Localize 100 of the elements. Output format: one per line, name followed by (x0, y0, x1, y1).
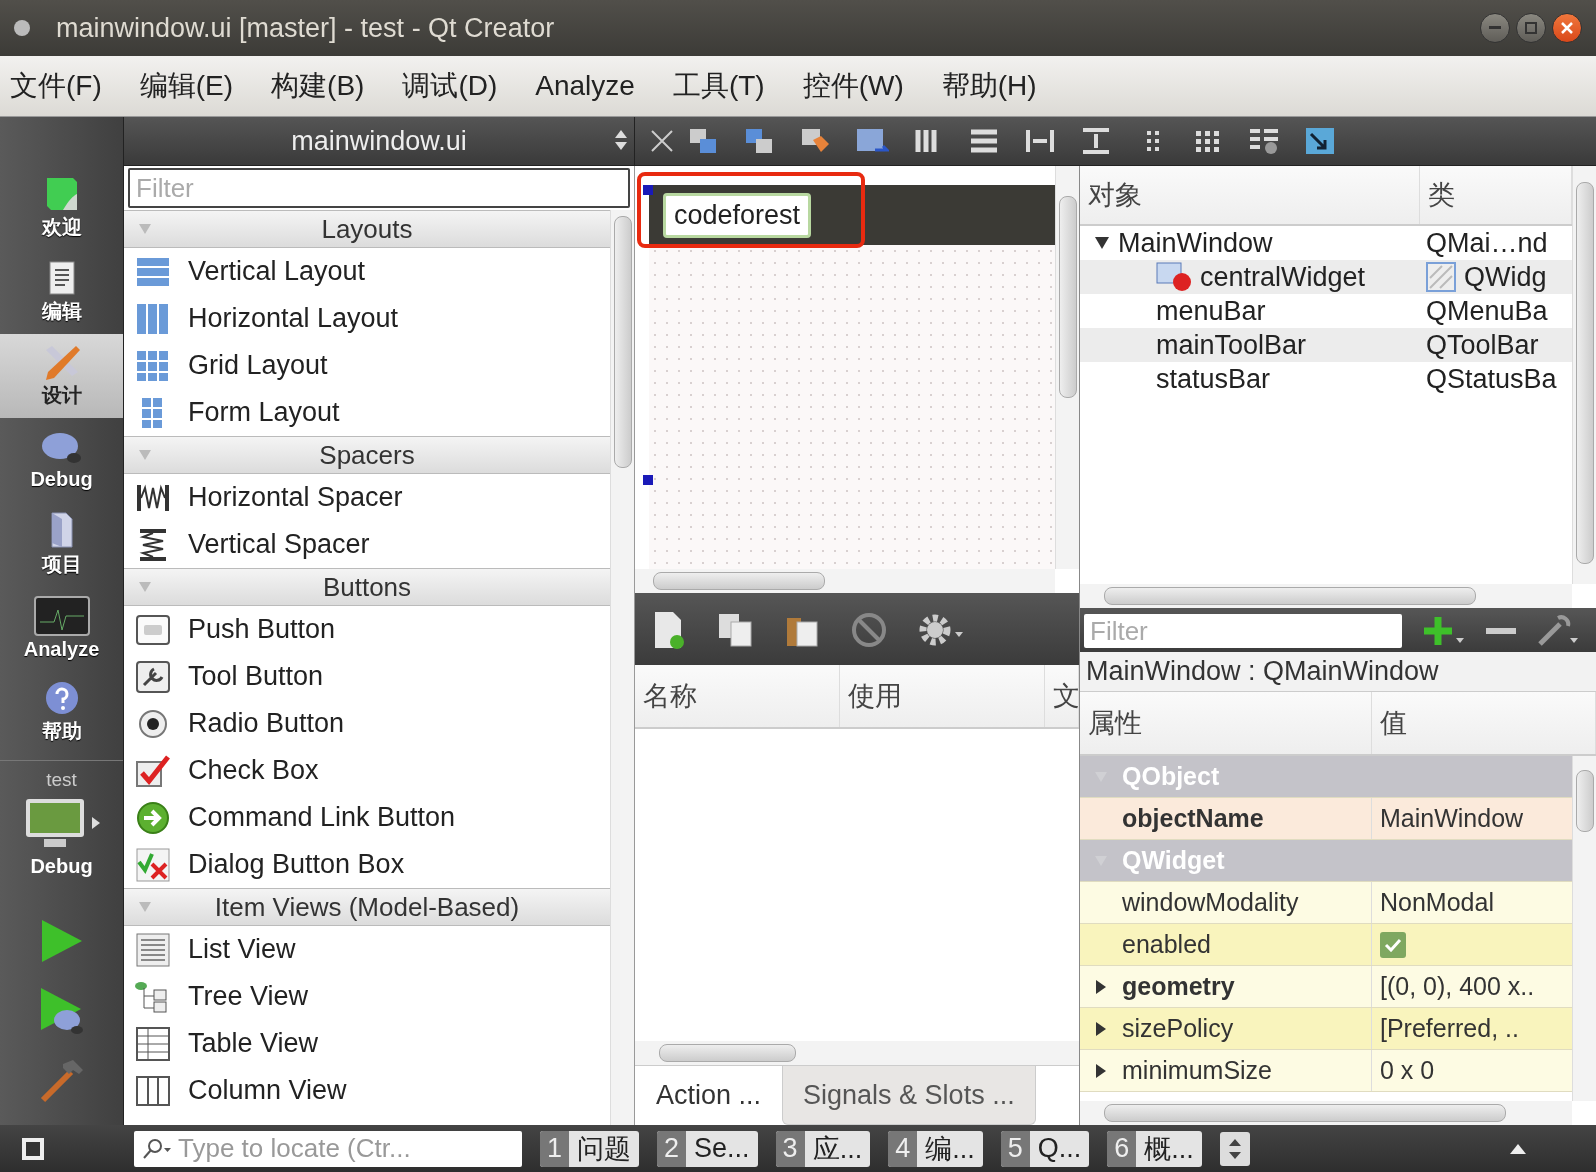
monitor-icon[interactable] (23, 797, 86, 849)
wrench-icon[interactable] (1536, 614, 1580, 648)
scrollbar-thumb[interactable] (1104, 1104, 1506, 1122)
output-pane-button[interactable]: 4 编... (888, 1130, 983, 1167)
up-down-arrows-icon[interactable] (1219, 1131, 1250, 1166)
tree-row[interactable]: menuBar QMenuBa (1080, 294, 1572, 328)
scrollbar-thumb[interactable] (1058, 196, 1077, 398)
category-header[interactable]: Buttons (124, 568, 610, 606)
adjust-size-icon[interactable] (1303, 126, 1337, 156)
menu-item[interactable]: 工具(T) (672, 67, 765, 105)
editor-tab[interactable]: Signals & Slots ... (782, 1066, 1036, 1125)
output-pane-button[interactable]: 5 Q... (1000, 1130, 1090, 1167)
menu-item[interactable]: 构建(B) (271, 67, 365, 105)
scrollbar-thumb[interactable] (1104, 587, 1476, 605)
property-row[interactable]: enabled (1080, 924, 1572, 966)
sidebar-toggle-icon[interactable] (20, 1135, 46, 1162)
output-pane-button[interactable]: 2 Se... (657, 1130, 758, 1167)
selection-handle[interactable] (643, 475, 653, 485)
selection-handle[interactable] (643, 185, 653, 195)
filter-field[interactable]: Filter (128, 168, 630, 208)
mode-button[interactable]: 欢迎 (0, 166, 123, 250)
tree-row[interactable]: statusBar QStatusBa (1080, 362, 1572, 396)
up-arrow-icon[interactable] (1510, 1143, 1526, 1154)
category-header[interactable]: Layouts (124, 210, 610, 248)
property-row[interactable]: sizePolicy [Preferred, .. (1080, 1008, 1572, 1050)
column-header[interactable]: 名称 (635, 665, 840, 727)
scrollbar-thumb[interactable] (613, 216, 632, 468)
widget-item[interactable]: Check Box (124, 747, 610, 794)
scrollbar-thumb[interactable] (1575, 182, 1594, 564)
menu-item[interactable]: 控件(W) (802, 67, 904, 105)
expand-arrow-icon[interactable] (1094, 1062, 1108, 1079)
add-icon[interactable] (1422, 614, 1466, 648)
mode-button[interactable]: 编辑 (0, 250, 123, 334)
widget-item[interactable]: Push Button (124, 606, 610, 653)
widget-item[interactable]: Radio Button (124, 700, 610, 747)
widget-item[interactable]: Tree View (124, 973, 610, 1020)
debug-run-icon[interactable] (38, 986, 85, 1036)
widget-item[interactable]: Horizontal Layout (124, 295, 610, 342)
copy-icon[interactable] (717, 612, 755, 648)
mode-button[interactable]: Analyze (0, 586, 123, 670)
property-row[interactable]: objectName MainWindow (1080, 798, 1572, 840)
property-row[interactable]: geometry [(0, 0), 400 x.. (1080, 966, 1572, 1008)
widget-item[interactable]: Grid Layout (124, 342, 610, 389)
menu-item[interactable]: Analyze (535, 70, 635, 102)
widget-item[interactable]: Vertical Spacer (124, 521, 610, 568)
maximize-button[interactable] (1516, 13, 1546, 43)
minimize-button[interactable] (1480, 13, 1510, 43)
checkbox[interactable] (1380, 931, 1406, 958)
expand-arrow-icon[interactable] (1094, 1020, 1108, 1037)
widget-item[interactable]: Tool Button (124, 653, 610, 700)
form-layout-icon[interactable] (1247, 126, 1281, 156)
run-icon[interactable] (39, 918, 84, 964)
locator-field[interactable]: Type to locate (Ctr... (134, 1130, 522, 1167)
close-icon[interactable] (649, 128, 675, 154)
mode-button[interactable]: 项目 (0, 502, 123, 586)
column-header[interactable]: 值 (1372, 692, 1596, 754)
remove-icon[interactable] (1486, 626, 1516, 636)
scrollbar-thumb[interactable] (1575, 770, 1594, 832)
category-header[interactable]: Item Views (Model-Based) (124, 888, 610, 926)
output-pane-button[interactable]: 6 概... (1107, 1130, 1202, 1167)
widget-item[interactable]: Column View (124, 1067, 610, 1114)
column-header[interactable]: 文 (1045, 665, 1079, 727)
widget-item[interactable]: Command Link Button (124, 794, 610, 841)
widget-item[interactable]: Form Layout (124, 389, 610, 436)
category-header[interactable]: Spacers (124, 436, 610, 474)
column-header[interactable]: 使用 (840, 665, 1045, 727)
output-pane-button[interactable]: 3 应... (775, 1130, 871, 1167)
output-pane-button[interactable]: 1 问题 (540, 1130, 640, 1167)
mode-button[interactable]: Debug (0, 418, 123, 502)
expand-arrow-icon[interactable] (1094, 236, 1110, 250)
tree-row[interactable]: MainWindow QMai…nd (1080, 226, 1572, 260)
widget-item[interactable]: Vertical Layout (124, 248, 610, 295)
widget-item[interactable]: Table View (124, 1020, 610, 1067)
widget-item[interactable]: Dialog Button Box (124, 841, 610, 888)
menu-item[interactable]: 编辑(E) (139, 67, 234, 105)
tree-row[interactable]: centralWidget QWidg (1080, 260, 1572, 294)
expand-arrow-icon[interactable] (1094, 978, 1108, 995)
scrollbar-thumb[interactable] (659, 1044, 796, 1062)
widget-item[interactable]: List View (124, 926, 610, 973)
window-menu-icon[interactable] (14, 20, 30, 36)
scrollbar-thumb[interactable] (653, 572, 825, 590)
build-config-label[interactable]: Debug (30, 855, 93, 878)
mode-button[interactable]: 设计 (0, 334, 123, 418)
mode-button[interactable]: 帮助 (0, 670, 123, 754)
property-row[interactable]: windowModality NonModal (1080, 882, 1572, 924)
new-document-icon[interactable] (653, 610, 687, 650)
close-button[interactable] (1552, 13, 1582, 43)
tree-row[interactable]: mainToolBar QToolBar (1080, 328, 1572, 362)
prohibited-icon[interactable] (851, 612, 887, 648)
filter-field[interactable]: Filter (1084, 614, 1402, 648)
menu-item[interactable]: 文件(F) (10, 67, 102, 105)
settings-icon[interactable] (917, 612, 965, 648)
menu-item[interactable]: 帮助(H) (941, 67, 1037, 105)
property-row[interactable]: minimumSize 0 x 0 (1080, 1050, 1572, 1092)
menu-item[interactable]: 调试(D) (402, 67, 498, 105)
widget-item[interactable]: Horizontal Spacer (124, 474, 610, 521)
expand-arrow-icon[interactable] (91, 817, 100, 829)
label-widget[interactable]: codeforest (663, 192, 812, 238)
column-header[interactable]: 对象 (1080, 166, 1420, 224)
column-header[interactable]: 属性 (1080, 692, 1372, 754)
